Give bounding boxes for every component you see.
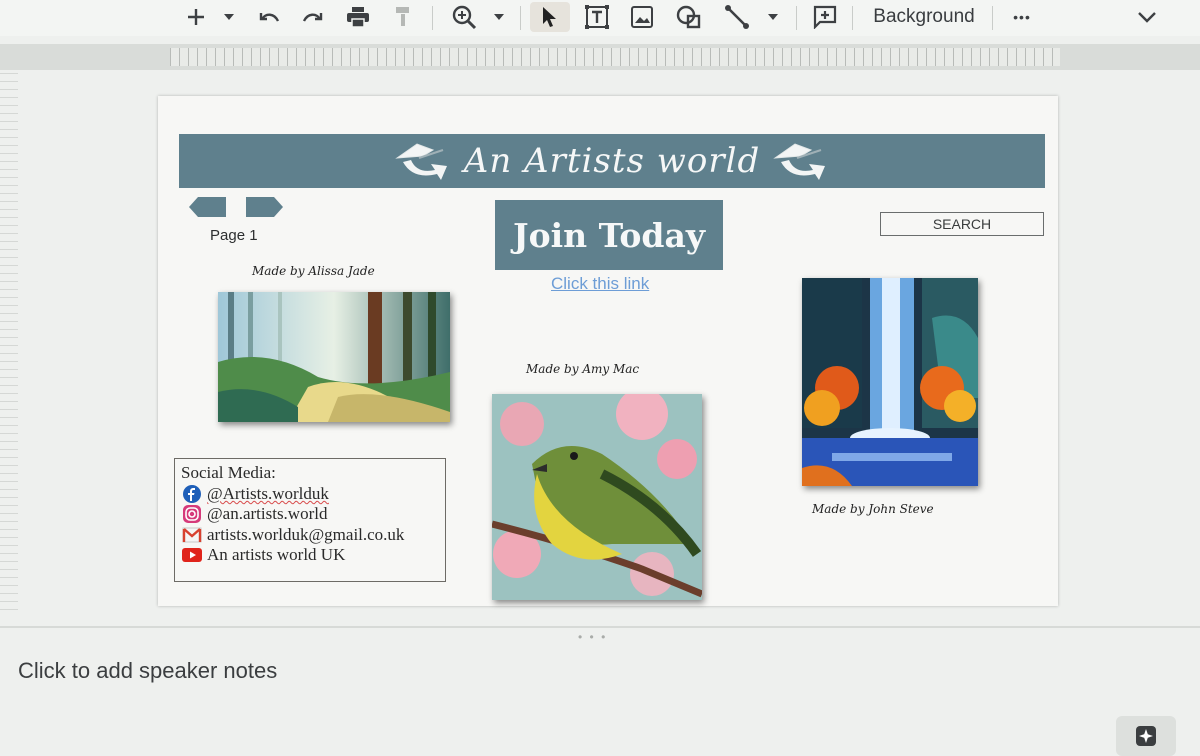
notes-divider[interactable] bbox=[0, 626, 1200, 628]
forest-painting-image[interactable] bbox=[218, 292, 450, 422]
background-button[interactable]: Background bbox=[870, 2, 978, 32]
facebook-icon bbox=[181, 484, 203, 503]
join-today-button[interactable]: Join Today bbox=[495, 200, 723, 270]
facebook-handle: @Artists.worlduk bbox=[207, 483, 329, 503]
ruler-scale bbox=[170, 48, 1060, 66]
artwork-caption: Made by Amy Mac bbox=[526, 362, 640, 376]
paint-format-icon[interactable] bbox=[392, 2, 414, 32]
waterfall-painting-image[interactable] bbox=[802, 278, 978, 486]
dropdown-icon[interactable] bbox=[220, 2, 238, 32]
social-instagram-row[interactable]: @an.artists.world bbox=[181, 504, 439, 525]
toolbar-separator bbox=[432, 6, 433, 30]
toolbar-separator bbox=[520, 6, 521, 30]
toolbar-separator bbox=[992, 6, 993, 30]
comment-icon[interactable] bbox=[810, 2, 840, 32]
line-icon[interactable] bbox=[722, 2, 752, 32]
horizontal-ruler bbox=[0, 44, 1200, 70]
print-icon[interactable] bbox=[344, 2, 372, 32]
banner-title: An Artists world bbox=[463, 141, 761, 181]
recycle-arrow-icon bbox=[395, 143, 447, 180]
gmail-icon bbox=[181, 526, 203, 544]
instagram-handle: @an.artists.world bbox=[207, 504, 328, 524]
previous-page-arrow-icon[interactable] bbox=[188, 196, 228, 218]
page-label: Page 1 bbox=[210, 227, 258, 244]
vertical-ruler bbox=[0, 70, 18, 610]
image-icon[interactable] bbox=[628, 2, 656, 32]
social-gmail-row[interactable]: artists.worlduk@gmail.co.uk bbox=[181, 525, 439, 546]
shape-icon[interactable] bbox=[674, 2, 704, 32]
bird-painting-image[interactable] bbox=[492, 394, 702, 600]
slide-canvas[interactable]: An Artists world Page 1 Join Today Click… bbox=[158, 96, 1058, 606]
dropdown-icon[interactable] bbox=[764, 2, 782, 32]
dropdown-icon[interactable] bbox=[490, 2, 508, 32]
email-address: artists.worlduk@gmail.co.uk bbox=[207, 524, 405, 544]
title-banner[interactable]: An Artists world bbox=[179, 134, 1045, 188]
artwork-caption: Made by John Steve bbox=[812, 502, 934, 516]
youtube-icon bbox=[181, 546, 203, 564]
more-icon[interactable]: ••• bbox=[1006, 2, 1038, 32]
youtube-channel: An artists world UK bbox=[207, 545, 346, 565]
notes-resize-handle[interactable]: • • • bbox=[578, 630, 607, 644]
social-media-box: Social Media: @Artists.worlduk @an.artis… bbox=[174, 458, 446, 582]
redo-icon[interactable] bbox=[300, 2, 328, 32]
social-facebook-row[interactable]: @Artists.worlduk bbox=[181, 484, 439, 505]
artwork-caption: Made by Alissa Jade bbox=[252, 264, 375, 278]
signup-link[interactable]: Click this link bbox=[551, 274, 649, 294]
toolbar-separator bbox=[796, 6, 797, 30]
toolbar-separator bbox=[852, 6, 853, 30]
social-youtube-row[interactable]: An artists world UK bbox=[181, 545, 439, 566]
plus-icon[interactable] bbox=[184, 2, 208, 32]
speaker-notes-placeholder[interactable]: Click to add speaker notes bbox=[18, 658, 277, 684]
sparkle-icon[interactable] bbox=[1116, 716, 1176, 756]
text-box-icon[interactable] bbox=[582, 2, 612, 32]
next-page-arrow-icon[interactable] bbox=[244, 196, 284, 218]
undo-icon[interactable] bbox=[254, 2, 282, 32]
collapse-icon[interactable] bbox=[1134, 2, 1160, 32]
select-cursor-icon[interactable] bbox=[530, 2, 570, 32]
zoom-icon[interactable] bbox=[450, 2, 478, 32]
recycle-arrow-icon bbox=[773, 143, 825, 180]
instagram-icon bbox=[181, 505, 203, 524]
toolbar: Background ••• bbox=[0, 0, 1200, 36]
search-box[interactable]: SEARCH bbox=[880, 212, 1044, 236]
social-heading: Social Media: bbox=[181, 463, 276, 483]
